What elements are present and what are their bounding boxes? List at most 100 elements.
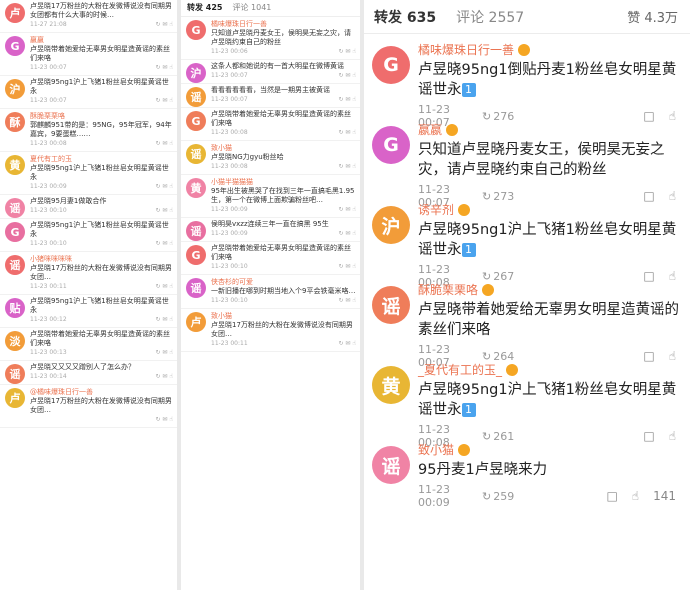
comment-meta: 11-23 00:08 ↻ ✉ ☝	[211, 128, 356, 137]
comment-text: 卢昱晓17万粉丝的大粉在发微博说没有同期男女团都有什么大事的时候…	[30, 2, 172, 19]
commenter-name[interactable]: 小猪咪咪咪咪	[30, 254, 173, 264]
like-icon[interactable]: ☝	[632, 489, 639, 503]
comment-meta: 11-23 00:09 ↻ ✉ ☝	[211, 229, 356, 238]
comment-time: 11-23 00:07	[211, 96, 248, 103]
avatar[interactable]: 谣	[372, 446, 410, 484]
avatar[interactable]: 沪	[372, 206, 410, 244]
comment-item: G 嬴嬴 只知道卢昱晓丹麦女王，侯明昊无妄之灾，请卢昱晓约束自己的粉丝 11-23 0…	[364, 114, 690, 209]
avatar[interactable]: 谣	[5, 364, 25, 384]
comment-item: 谣看看看看看看，当然是一期男主被黄谣 11-23 00:07 ↻ ✉ ☝	[181, 84, 360, 108]
comment-item: G 橘味爆珠日行一善 只知道卢昱晓丹麦女王，侯明昊无妄之灾，请卢昱晓约束自己的粉丝 1…	[181, 17, 360, 60]
comment-item: 卢 @橘味爆珠日行一善 卢昱晓17万粉丝的大粉在发微博说没有同期男女团… ↻ ✉ ☝	[0, 385, 177, 428]
comment-actions: ↻ ✉ ☝	[155, 349, 173, 356]
comment-text: 一新旧播在哪到时期当地入个9平会铁毫米咯…	[211, 287, 356, 295]
main-tabs: 转发 635 评论 2557 赞 4.3万	[364, 0, 690, 34]
commenter-name[interactable]: 致小猫	[418, 442, 454, 458]
avatar[interactable]: 酥	[5, 112, 25, 132]
commenter-name[interactable]: 小猫半猫猫猫	[211, 177, 356, 187]
comment-item: 谣卢昱晓95月妻1做敢合作 11-23 00:10 ↻ ✉ ☝	[0, 195, 177, 219]
comment-meta: 11-23 00:11 ↻ ✉ ☝	[211, 339, 356, 348]
comment-actions: ↻ ✉ ☝	[155, 283, 173, 290]
middle-comment-list: G 橘味爆珠日行一善 只知道卢昱晓丹麦女王，侯明昊无妄之灾，请卢昱晓约束自己的粉丝 1…	[181, 17, 360, 352]
avatar[interactable]: 沪	[186, 63, 206, 83]
tab-comment[interactable]: 评论 1041	[232, 2, 271, 13]
comment-item: 沪卢昱晓95ng1沪上飞猪1粉丝皂女明星黄谣世永 11-23 00:07 ↻ ✉ ☝	[0, 76, 177, 109]
avatar[interactable]: G	[5, 36, 25, 56]
comment-time: 11-23 00:06	[211, 48, 248, 55]
commenter-name[interactable]: 橘味爆珠日行一善	[418, 42, 514, 58]
avatar[interactable]: G	[372, 126, 410, 164]
commenter-name-row: 橘味爆珠日行一善	[418, 42, 680, 58]
tab-comment[interactable]: 评论 2557	[456, 7, 524, 27]
avatar[interactable]: 谣	[186, 144, 206, 164]
main-comment-list: G 橘味爆珠日行一善 卢昱晓95ng1倒贴丹麦1粉丝皂女明星黄谣世永 1 11-23 0…	[364, 34, 690, 514]
avatar[interactable]: G	[186, 111, 206, 131]
tab-repost[interactable]: 转发 425	[187, 2, 222, 13]
commenter-name-row: 诱辛剂	[418, 202, 680, 218]
commenter-name[interactable]: 酥脆栗栗咯	[418, 282, 478, 298]
avatar[interactable]: 谣	[186, 221, 206, 241]
tab-repost[interactable]: 转发 635	[374, 7, 436, 27]
avatar[interactable]: G	[5, 222, 25, 242]
comment-actions: ↻ ✉ ☝	[338, 297, 356, 304]
comment-item: G 嬴嬴 卢昱晓带着她爱给无辜男女明星造黄谣的素丝们来咯 11-23 00:07 ↻ ✉…	[0, 33, 177, 76]
commenter-name[interactable]: 嬴嬴	[418, 122, 442, 138]
commenter-name[interactable]: @橘味爆珠日行一善	[30, 387, 173, 397]
comment-time: 11-23 00:10	[211, 263, 248, 270]
commenter-name[interactable]: 致小猫	[211, 311, 356, 321]
commenter-name[interactable]: 致小猫	[211, 143, 356, 153]
commenter-name[interactable]: _夏代有工的玉_	[418, 362, 502, 378]
left-comment-list: 卢卢昱晓17万粉丝的大粉在发微博说没有同期男女团都有什么大事的时候… 11-27 …	[0, 0, 177, 428]
commenter-name[interactable]: 诱辛剂	[418, 202, 454, 218]
comment-actions: ↻ ✉ ☝	[338, 48, 356, 55]
comment-body: 卢昱晓95ng1倒贴丹麦1粉丝皂女明星黄谣世永	[418, 62, 677, 98]
repost-icon[interactable]: ↻	[482, 490, 491, 503]
avatar[interactable]: 谣	[186, 87, 206, 107]
avatar[interactable]: 谣	[186, 278, 206, 298]
avatar[interactable]: 卢	[186, 312, 206, 332]
avatar[interactable]: 沪	[5, 79, 25, 99]
avatar[interactable]: 淡	[5, 331, 25, 351]
avatar[interactable]: 卢	[5, 3, 25, 23]
avatar[interactable]: 谣	[5, 255, 25, 275]
comment-meta: 11-23 00:07 ↻ ✉ ☝	[211, 95, 356, 104]
comment-actions: ↻ ✉ ☝	[155, 316, 173, 323]
commenter-name[interactable]: 酥脆栗栗咯	[30, 111, 173, 121]
comment-text: 卢昱晓NG力gyu粉丝哈	[211, 153, 284, 161]
comment-text: 这条人都和她说的有一首大明星在微博黄谣	[211, 62, 344, 70]
commenter-name[interactable]: 夏代有工的玉	[30, 154, 173, 164]
comment-item: 贴卢昱晓95ng1沪上飞猪1粉丝皂女明星黄谣世永 11-23 00:12 ↻ ✉ ☝	[0, 295, 177, 328]
comment-body: 95丹麦1卢昱晓来力	[418, 462, 548, 478]
avatar[interactable]: 谣	[5, 198, 25, 218]
commenter-name[interactable]: 橘味爆珠日行一善	[211, 19, 356, 29]
avatar[interactable]: G	[186, 20, 206, 40]
comment-actions: ↻ ✉ ☝	[338, 96, 356, 103]
comment-actions: ↻ ✉ ☝	[338, 340, 356, 347]
comment-actions: ↻ ✉ ☝	[338, 230, 356, 237]
comment-meta: 11-23 00:09 ↻ 259 □ ☝ 141	[418, 483, 680, 509]
avatar[interactable]: G	[372, 46, 410, 84]
comment-text: 95年出生被黑哭了在找到三年一直搞毛黑1.95生，第一个在微博上面欺骗粉丝吧…	[211, 187, 355, 204]
comment-item: G 卢昱晓95ng1沪上飞猪1粉丝皂女明星黄谣世永 11-23 00:10 ↻ ✉ ☝	[0, 219, 177, 252]
comment-text: 卢昱晓带着她爱给无辜男女明星造黄谣的素丝们来咯	[30, 45, 170, 62]
commenter-name[interactable]: 侠杏杉的可爱	[211, 277, 356, 287]
avatar[interactable]: G	[186, 245, 206, 265]
avatar[interactable]: 谣	[372, 286, 410, 324]
comment-item: 卢致小猫 卢昱晓17万粉丝的大粉在发微博说没有同期男女团… 11-23 00:11 ↻…	[181, 309, 360, 352]
comment-text: 卢昱晓17万粉丝的大粉在发微博说没有同期男女团…	[211, 321, 353, 338]
commenter-name-row: _夏代有工的玉_	[418, 362, 680, 378]
avatar[interactable]: 贴	[5, 298, 25, 318]
comment-text: 卢昱晓95ng1沪上飞猪1粉丝皂女明星黄谣世永	[30, 221, 169, 238]
avatar[interactable]: 黄	[372, 366, 410, 404]
avatar[interactable]: 黄	[186, 178, 206, 198]
comment-meta: 11-23 00:07 ↻ ✉ ☝	[30, 63, 173, 72]
comment-actions: ↻ ✉ ☝	[155, 373, 173, 380]
avatar[interactable]: 卢	[5, 388, 25, 408]
number-one-emoji: 1	[461, 83, 476, 97]
comment-icon[interactable]: □	[606, 489, 617, 503]
main-screenshot-panel: 转发 635 评论 2557 赞 4.3万 G 橘味爆珠日行一善卢昱晓95ng1倒…	[364, 0, 690, 590]
commenter-name[interactable]: 嬴嬴	[30, 35, 173, 45]
tab-likes[interactable]: 赞 4.3万	[627, 7, 678, 26]
comment-item: 谣卢昱晓又又又又蹭别人了怎么办？ 11-23 00:14 ↻ ✉ ☝	[0, 361, 177, 385]
avatar[interactable]: 黄	[5, 155, 25, 175]
